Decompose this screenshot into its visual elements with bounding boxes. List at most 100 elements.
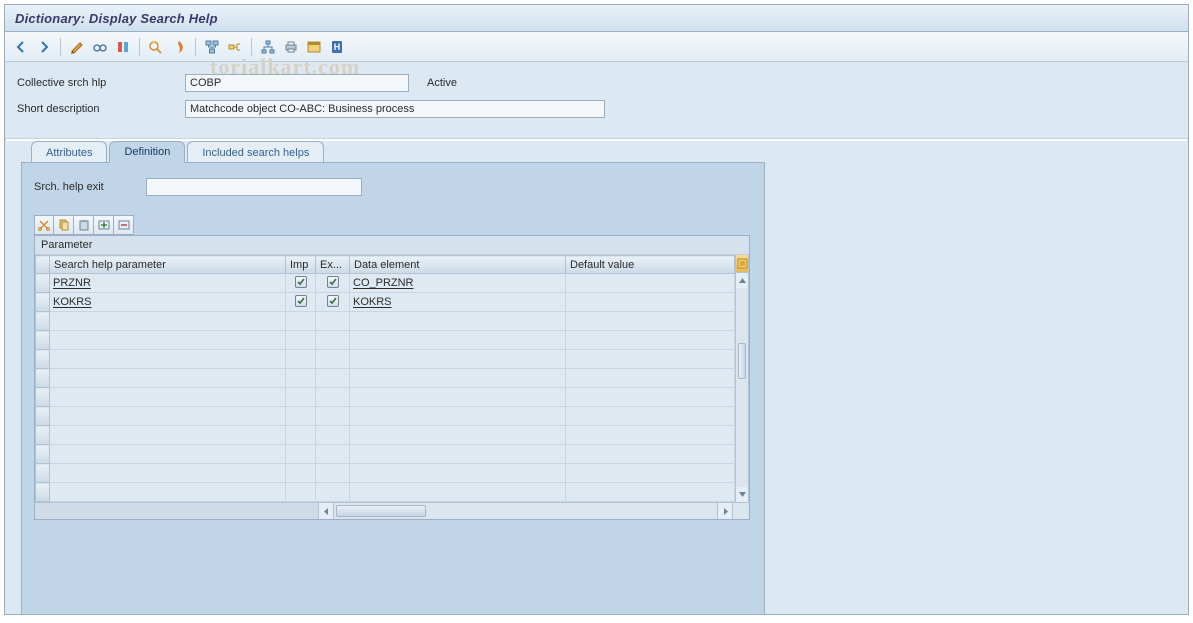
short-description-input[interactable]: [185, 100, 605, 118]
hierarchy2-button[interactable]: [257, 36, 279, 58]
info-button[interactable]: H: [326, 36, 348, 58]
row-selector[interactable]: [36, 369, 50, 388]
cell-param[interactable]: [50, 388, 286, 407]
select-all-corner[interactable]: [36, 256, 50, 274]
cell-param[interactable]: [50, 331, 286, 350]
glasses-icon[interactable]: [89, 36, 111, 58]
cell-data-element[interactable]: [350, 350, 566, 369]
row-selector[interactable]: [36, 312, 50, 331]
cell-imp[interactable]: [286, 388, 316, 407]
row-selector[interactable]: [36, 293, 50, 312]
cell-data-element[interactable]: [350, 331, 566, 350]
cell-exp[interactable]: [316, 388, 350, 407]
cell-default[interactable]: [566, 407, 735, 426]
col-search-help-parameter[interactable]: Search help parameter: [50, 256, 286, 274]
cell-default[interactable]: [566, 331, 735, 350]
cell-data-element[interactable]: [350, 369, 566, 388]
flame-icon[interactable]: [168, 36, 190, 58]
cell-param[interactable]: [50, 407, 286, 426]
cell-data-element[interactable]: [350, 483, 566, 502]
cell-param[interactable]: [50, 464, 286, 483]
cell-default[interactable]: [566, 426, 735, 445]
cell-default[interactable]: [566, 445, 735, 464]
cell-imp[interactable]: [286, 464, 316, 483]
copy-button[interactable]: [54, 215, 74, 235]
cell-imp[interactable]: [286, 350, 316, 369]
cell-exp[interactable]: [316, 407, 350, 426]
scroll-up-button[interactable]: [736, 273, 748, 288]
delete-row-button[interactable]: [114, 215, 134, 235]
cell-param[interactable]: [50, 483, 286, 502]
cell-data-element[interactable]: [350, 426, 566, 445]
cell-exp[interactable]: [316, 483, 350, 502]
cell-default[interactable]: [566, 293, 735, 312]
row-selector[interactable]: [36, 388, 50, 407]
cell-param[interactable]: [50, 369, 286, 388]
cell-default[interactable]: [566, 350, 735, 369]
row-selector[interactable]: [36, 464, 50, 483]
cell-exp[interactable]: [316, 312, 350, 331]
hierarchy-button[interactable]: [224, 36, 246, 58]
where-used-button[interactable]: [201, 36, 223, 58]
cell-data-element[interactable]: KOKRS: [350, 293, 566, 312]
cell-imp[interactable]: [286, 407, 316, 426]
cell-imp[interactable]: [286, 331, 316, 350]
row-selector[interactable]: [36, 331, 50, 350]
paste-button[interactable]: [74, 215, 94, 235]
col-default-value[interactable]: Default value: [566, 256, 735, 274]
cell-imp[interactable]: [286, 274, 316, 293]
cell-data-element[interactable]: [350, 464, 566, 483]
cell-exp[interactable]: [316, 426, 350, 445]
cell-default[interactable]: [566, 464, 735, 483]
row-selector[interactable]: [36, 407, 50, 426]
table-vertical-scrollbar[interactable]: [735, 255, 749, 502]
cell-param[interactable]: [50, 350, 286, 369]
col-data-element[interactable]: Data element: [350, 256, 566, 274]
insert-row-button[interactable]: [94, 215, 114, 235]
scroll-right-button[interactable]: [717, 503, 732, 519]
check-button[interactable]: [145, 36, 167, 58]
cell-imp[interactable]: [286, 312, 316, 331]
forward-button[interactable]: [33, 36, 55, 58]
scroll-left-button[interactable]: [319, 503, 334, 519]
row-selector[interactable]: [36, 274, 50, 293]
cell-exp[interactable]: [316, 369, 350, 388]
row-selector[interactable]: [36, 445, 50, 464]
cell-data-element[interactable]: [350, 312, 566, 331]
window-button[interactable]: [303, 36, 325, 58]
cell-exp[interactable]: [316, 331, 350, 350]
cell-exp[interactable]: [316, 445, 350, 464]
horizontal-scroll-thumb[interactable]: [336, 505, 426, 517]
tab-included-search-helps[interactable]: Included search helps: [187, 141, 324, 163]
cell-exp[interactable]: [316, 464, 350, 483]
vertical-scroll-thumb[interactable]: [738, 343, 746, 379]
back-button[interactable]: [10, 36, 32, 58]
table-horizontal-scrollbar[interactable]: [35, 502, 749, 519]
cell-data-element[interactable]: [350, 445, 566, 464]
print-button[interactable]: [280, 36, 302, 58]
cell-data-element[interactable]: CO_PRZNR: [350, 274, 566, 293]
cell-exp[interactable]: [316, 293, 350, 312]
cell-default[interactable]: [566, 312, 735, 331]
cell-default[interactable]: [566, 369, 735, 388]
cell-exp[interactable]: [316, 350, 350, 369]
scroll-down-button[interactable]: [736, 487, 748, 502]
cell-default[interactable]: [566, 483, 735, 502]
cell-data-element[interactable]: [350, 407, 566, 426]
col-imp[interactable]: Imp: [286, 256, 316, 274]
cell-param[interactable]: [50, 312, 286, 331]
col-exp[interactable]: Ex...: [316, 256, 350, 274]
tab-attributes[interactable]: Attributes: [31, 141, 107, 163]
cell-imp[interactable]: [286, 426, 316, 445]
activate-button[interactable]: [112, 36, 134, 58]
cell-data-element[interactable]: [350, 388, 566, 407]
cut-button[interactable]: [34, 215, 54, 235]
cell-param[interactable]: [50, 426, 286, 445]
cell-param[interactable]: [50, 445, 286, 464]
cell-imp[interactable]: [286, 483, 316, 502]
table-config-button[interactable]: [736, 255, 748, 273]
cell-default[interactable]: [566, 388, 735, 407]
srch-help-exit-input[interactable]: [146, 178, 362, 196]
tab-definition[interactable]: Definition: [109, 141, 185, 163]
cell-param[interactable]: PRZNR: [50, 274, 286, 293]
